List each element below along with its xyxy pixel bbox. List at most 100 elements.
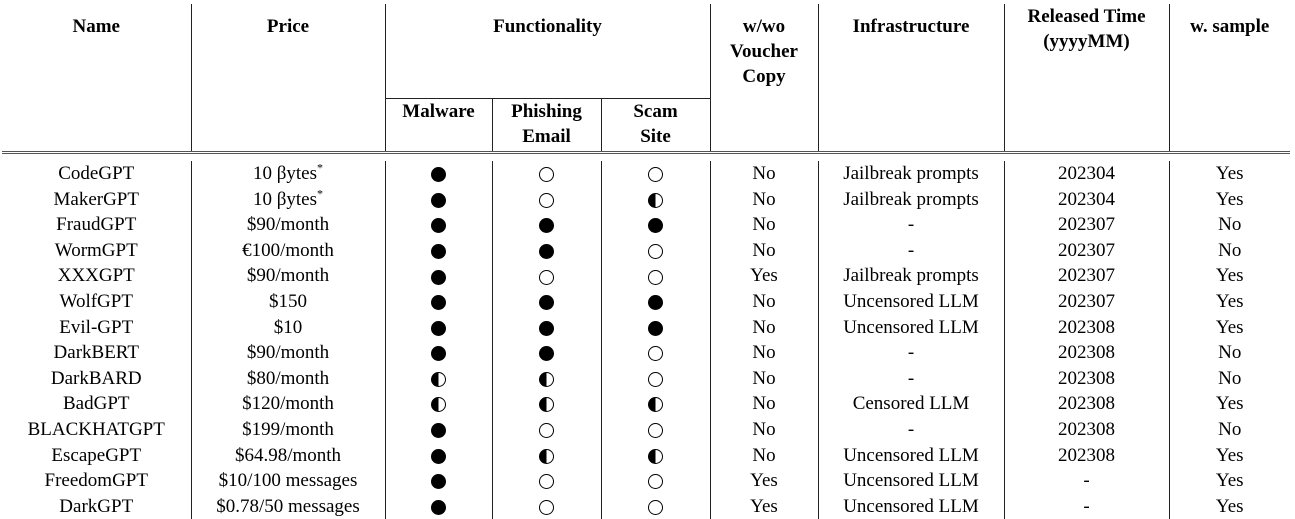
cell-malware [384, 288, 492, 315]
name-text: Evil-GPT [59, 316, 134, 338]
voucher-text: No [752, 393, 776, 415]
cell-phishing [491, 212, 601, 238]
name-text: FraudGPT [56, 214, 137, 236]
filled-circle-icon [648, 320, 663, 336]
name-text: MakerGPT [53, 188, 139, 210]
cell-scam [600, 212, 710, 238]
cell-sample: No [1168, 365, 1290, 392]
voucher-text: No [752, 163, 776, 184]
table-row: BadGPT $120/month No Censored LLM 202308 Yes [2, 391, 1290, 417]
released-text: 202308 [1058, 342, 1115, 364]
price-text: $10/100 messages [218, 470, 358, 492]
cell-name: CodeGPT [2, 161, 191, 187]
empty-circle-icon [648, 474, 663, 490]
cell-released: 202307 [1003, 212, 1169, 238]
header-phishing: Phishing Email [491, 98, 601, 153]
cell-malware [384, 468, 492, 494]
table-row: Evil-GPT $10 No Uncensored LLM 202308 Yes [2, 314, 1290, 341]
cell-malware [384, 161, 492, 187]
cell-scam [600, 314, 710, 341]
empty-circle-icon [539, 474, 554, 490]
cell-scam [600, 468, 710, 494]
empty-circle-icon [648, 243, 663, 259]
header-name: Name [72, 16, 120, 37]
cell-voucher: Yes [709, 468, 818, 494]
cell-malware [384, 186, 492, 213]
cell-phishing [491, 442, 601, 469]
cell-voucher: No [709, 186, 818, 213]
half-filled-circle-icon [648, 397, 663, 413]
name-text: DarkGPT [59, 495, 134, 517]
cell-name: BLACKHATGPT [2, 417, 191, 443]
infrastructure-text: Censored LLM [852, 393, 970, 415]
cell-infrastructure: - [817, 237, 1004, 264]
voucher-text: Yes [750, 470, 778, 492]
header-infrastructure: Infrastructure [817, 4, 1004, 153]
price-text: 10 βytes [252, 163, 318, 184]
table-row: MakerGPT 10 βytes* No Jailbreak prompts 2023… [2, 186, 1290, 213]
infrastructure-text: Jailbreak prompts [843, 188, 979, 210]
cell-malware [384, 416, 492, 443]
cell-released: 202308 [1003, 314, 1169, 341]
filled-circle-icon [431, 295, 446, 311]
empty-circle-icon [539, 192, 554, 208]
empty-circle-icon [539, 167, 554, 183]
table-row: FraudGPT $90/month No - 202307 No [2, 212, 1290, 238]
filled-circle-icon [431, 167, 446, 183]
cell-sample: Yes [1168, 493, 1290, 519]
cell-sample: Yes [1168, 314, 1290, 341]
table-row: WolfGPT $150 No Uncensored LLM 202307 Yes [2, 288, 1290, 315]
cell-voucher: No [709, 442, 818, 469]
cell-name: WormGPT [2, 238, 191, 264]
cell-released: 202304 [1003, 161, 1169, 187]
cell-price: 10 βytes* [190, 186, 385, 213]
price-footnote-mark: * [317, 186, 324, 201]
cell-scam [600, 263, 710, 289]
cell-malware [384, 263, 492, 289]
price-footnote-mark: * [317, 160, 324, 175]
released-text: 202308 [1058, 393, 1115, 415]
cell-phishing [491, 288, 601, 315]
cell-voucher: No [709, 391, 818, 417]
price-text: €100/month [242, 239, 334, 261]
table-row: DarkBARD $80/month No - 202308 No [2, 365, 1290, 392]
cell-infrastructure: Jailbreak prompts [817, 263, 1004, 289]
cell-name: FreedomGPT [2, 468, 191, 494]
empty-circle-icon [648, 167, 663, 183]
filled-circle-icon [431, 269, 446, 285]
cell-price: $150 [190, 288, 385, 315]
cell-voucher: Yes [709, 493, 818, 519]
cell-malware [384, 212, 492, 238]
voucher-text: Yes [750, 265, 778, 287]
cell-sample: No [1168, 416, 1290, 443]
name-text: WolfGPT [59, 290, 133, 312]
cell-scam [600, 186, 710, 213]
half-filled-circle-icon [648, 192, 663, 208]
empty-circle-icon [648, 423, 663, 439]
sample-text: No [1218, 239, 1242, 261]
header-scam: Scam Site [600, 98, 710, 153]
header-voucher: w/wo Voucher Copy [709, 4, 818, 153]
cell-voucher: No [709, 365, 818, 392]
cell-voucher: Yes [709, 263, 818, 289]
infrastructure-text: Uncensored LLM [843, 470, 979, 492]
filled-circle-icon [648, 295, 663, 311]
voucher-text: Yes [750, 495, 778, 517]
cell-infrastructure: Uncensored LLM [817, 442, 1004, 469]
cell-name: FraudGPT [2, 212, 191, 238]
cell-scam [600, 161, 710, 187]
header-sample: w. sample [1168, 4, 1290, 153]
released-text: 202304 [1058, 163, 1115, 184]
filled-circle-icon [539, 346, 554, 362]
price-text: 10 βytes [252, 188, 318, 210]
cell-phishing [491, 340, 601, 366]
cell-infrastructure: Uncensored LLM [817, 314, 1004, 341]
cell-phishing [491, 365, 601, 392]
cell-voucher: No [709, 237, 818, 264]
price-text: $90/month [246, 265, 330, 287]
cell-price: $120/month [190, 391, 385, 417]
cell-name: Evil-GPT [2, 315, 191, 341]
empty-circle-icon [539, 423, 554, 439]
header-released: Released Time (yyyyMM) [1003, 4, 1169, 153]
cell-voucher: No [709, 212, 818, 238]
